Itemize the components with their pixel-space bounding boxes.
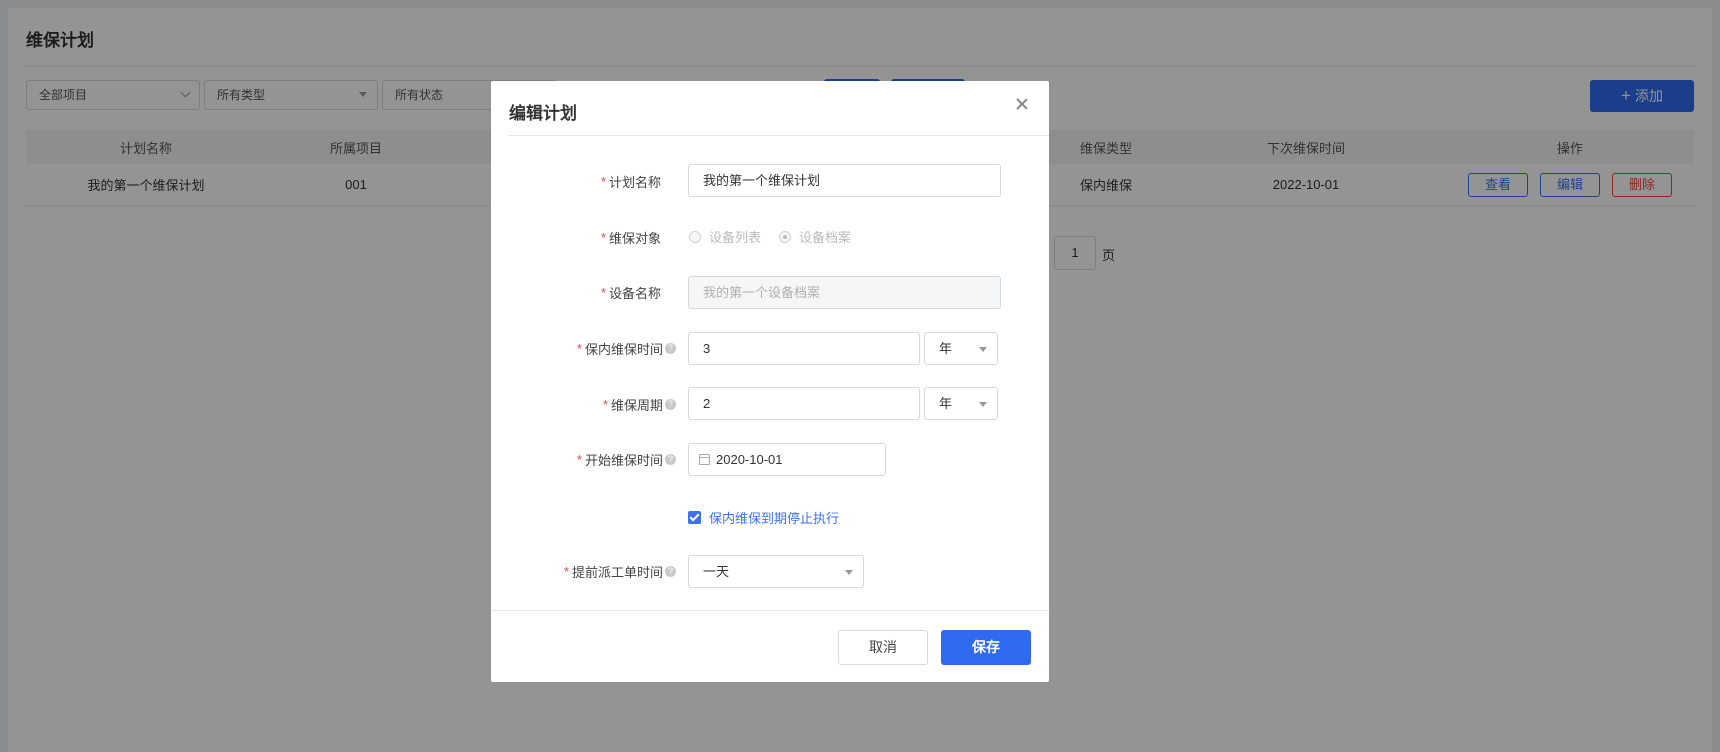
advance-label: * 提前派工单时间?: [564, 562, 676, 581]
device-name-label-text: 设备名称: [608, 286, 661, 301]
start-time-label-text: 开始维保时间: [584, 453, 663, 468]
advance-label-text: 提前派工单时间: [571, 565, 663, 580]
required-mark: *: [576, 341, 582, 356]
cycle-unit-value: 年: [939, 396, 953, 411]
required-mark: *: [600, 230, 606, 245]
calendar-icon: [699, 454, 710, 466]
caret-down-icon: [845, 570, 853, 575]
dialog-footer-divider: [491, 610, 1049, 611]
required-mark: *: [602, 397, 608, 412]
plan-name-label-text: 计划名称: [608, 175, 661, 190]
radio-device-archive[interactable]: 设备档案: [779, 227, 851, 246]
checkbox-checked-icon: [688, 511, 701, 524]
required-mark: *: [576, 452, 582, 467]
question-icon[interactable]: ?: [665, 454, 676, 465]
caret-down-icon: [979, 402, 987, 407]
radio-device-archive-label: 设备档案: [799, 230, 852, 245]
start-date-value: 2020-10-01: [716, 452, 783, 467]
advance-value: 一天: [703, 564, 730, 579]
radio-device-list[interactable]: 设备列表: [689, 227, 761, 246]
warranty-unit-value: 年: [939, 341, 953, 356]
required-mark: *: [563, 564, 569, 579]
start-time-label: * 开始维保时间?: [577, 450, 676, 469]
dialog-header-divider: [509, 135, 1049, 136]
warranty-time-label-text: 保内维保时间: [584, 342, 663, 357]
plan-name-label: * 计划名称: [601, 172, 661, 191]
device-name-label: * 设备名称: [601, 283, 661, 302]
warranty-time-input[interactable]: 3: [688, 332, 920, 365]
target-radio-group: 设备列表 设备档案: [689, 227, 869, 246]
required-mark: *: [600, 285, 606, 300]
question-icon[interactable]: ?: [665, 566, 676, 577]
stop-on-expiry-label: 保内维保到期停止执行: [709, 511, 840, 526]
close-icon[interactable]: [1015, 97, 1029, 111]
warranty-time-label: * 保内维保时间?: [577, 339, 676, 358]
caret-down-icon: [979, 347, 987, 352]
cycle-unit-select[interactable]: 年: [924, 387, 998, 420]
target-label: * 维保对象: [601, 228, 661, 247]
dialog-title: 编辑计划: [509, 104, 577, 123]
cancel-button[interactable]: 取消: [838, 630, 928, 665]
edit-plan-dialog: 编辑计划 * 计划名称 我的第一个维保计划 * 维保对象 设备列表 设备档案 * 设备…: [491, 81, 1049, 682]
cycle-input[interactable]: 2: [688, 387, 920, 420]
cycle-label-text: 维保周期: [610, 398, 663, 413]
radio-device-list-label: 设备列表: [709, 230, 762, 245]
question-icon[interactable]: ?: [665, 399, 676, 410]
save-button[interactable]: 保存: [941, 630, 1031, 665]
target-label-text: 维保对象: [608, 231, 661, 246]
stop-on-expiry-checkbox[interactable]: 保内维保到期停止执行: [688, 508, 839, 527]
question-icon[interactable]: ?: [665, 343, 676, 354]
warranty-unit-select[interactable]: 年: [924, 332, 998, 365]
radio-checked-icon: [779, 230, 792, 243]
required-mark: *: [600, 174, 606, 189]
device-name-input[interactable]: 我的第一个设备档案: [688, 276, 1001, 309]
cycle-label: * 维保周期?: [603, 395, 676, 414]
plan-name-input[interactable]: 我的第一个维保计划: [688, 164, 1001, 197]
advance-select[interactable]: 一天: [688, 555, 864, 588]
start-date-picker[interactable]: 2020-10-01: [688, 443, 886, 476]
radio-icon: [689, 230, 701, 243]
